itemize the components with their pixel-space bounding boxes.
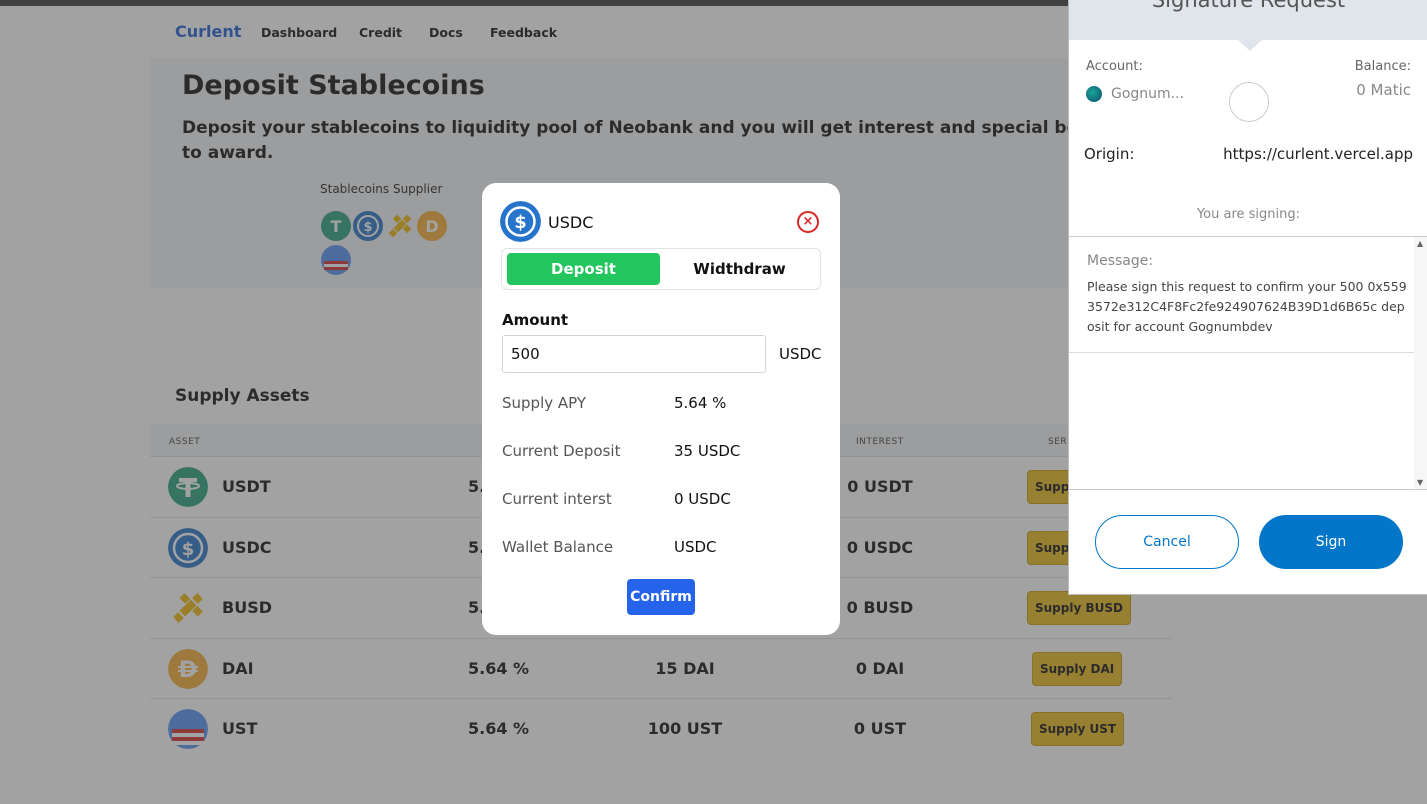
current-interest-value: 0 USDC [674,490,731,508]
usdc-icon: $ [500,201,541,242]
tab-deposit[interactable]: Deposit [507,253,660,285]
metamask-signature-window: Signature Request Account: Balance: Gogn… [1068,0,1427,595]
wallet-balance-value: USDC [674,538,717,556]
deposit-withdraw-tabs: Deposit Widthdraw [501,248,821,290]
supply-apy-label: Supply APY [502,394,587,412]
scroll-down-icon[interactable]: ▼ [1417,478,1423,487]
account-label: Account: [1086,59,1143,74]
account-name: Gognum... [1111,86,1185,102]
wallet-balance-label: Wallet Balance [502,538,614,556]
confirm-button[interactable]: Confirm [627,579,695,615]
message-label: Message: [1087,253,1154,269]
header-caret [1238,40,1262,51]
modal-asset-title: USDC [548,213,594,232]
message-scrollbar[interactable]: ▲ ▼ [1414,237,1427,489]
amount-unit: USDC [779,345,822,363]
svg-text:$: $ [514,212,527,233]
account-avatar-icon [1086,86,1102,102]
account-info: Gognum... [1086,86,1184,102]
deposit-modal: $ USDC × Deposit Widthdraw Amount 500 US… [482,183,840,635]
amount-label: Amount [502,311,569,329]
message-section: Message: Please sign this request to con… [1069,237,1414,353]
origin-label: Origin: [1084,145,1135,163]
supply-apy-value: 5.64 % [674,394,727,412]
balance-value: 0 Matic [1356,81,1411,99]
message-text: Please sign this request to confirm your… [1087,279,1407,334]
origin-url: https://curlent.vercel.app [1223,145,1413,163]
close-icon[interactable]: × [797,211,819,233]
scroll-up-icon[interactable]: ▲ [1417,239,1423,248]
current-interest-label: Current interst [502,490,612,508]
message-box[interactable]: Message: Please sign this request to con… [1069,236,1427,490]
site-avatar [1229,82,1269,122]
signature-request-title: Signature Request [1151,0,1346,12]
tab-withdraw[interactable]: Widthdraw [662,253,817,285]
balance-label: Balance: [1354,59,1411,74]
cancel-button[interactable]: Cancel [1095,515,1239,569]
current-deposit-label: Current Deposit [502,442,621,460]
amount-input[interactable]: 500 [502,335,766,373]
current-deposit-value: 35 USDC [674,442,741,460]
sign-button[interactable]: Sign [1259,515,1403,569]
signing-label: You are signing: [1196,207,1301,222]
